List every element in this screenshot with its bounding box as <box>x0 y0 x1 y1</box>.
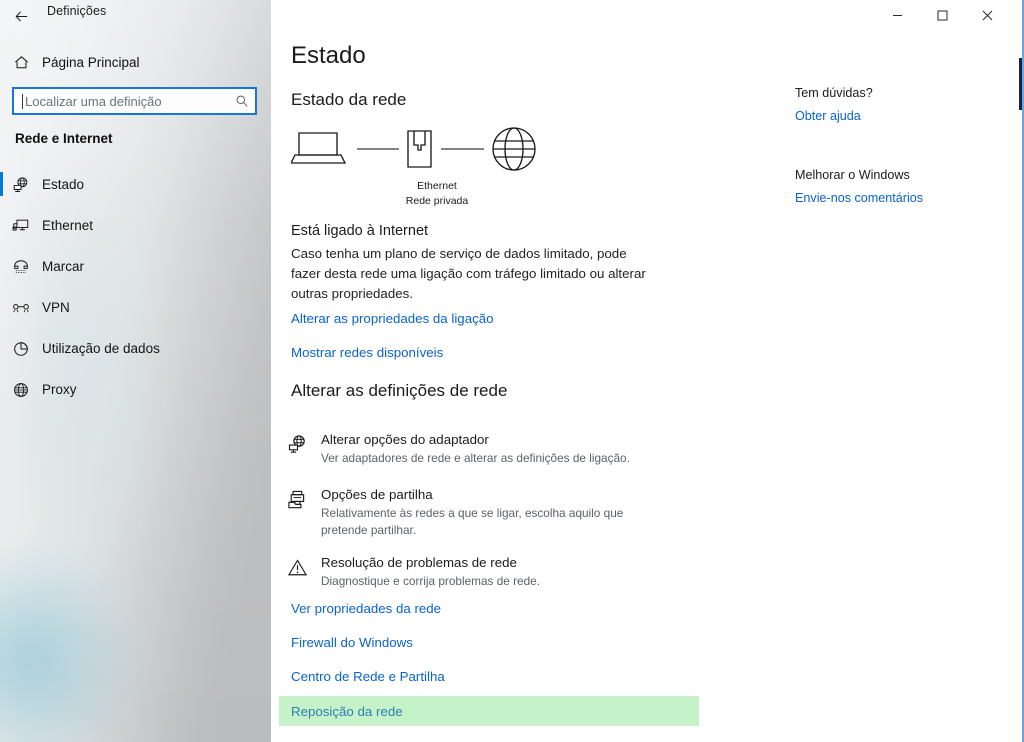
link-change-connection-properties[interactable]: Alterar as propriedades da ligação <box>291 311 494 326</box>
connection-status-heading: Está ligado à Internet <box>291 223 429 239</box>
sidebar-item-label: Marcar <box>42 259 85 274</box>
setting-row-title: Opções de partilha <box>321 487 433 502</box>
minimize-icon <box>893 14 902 16</box>
maximize-icon <box>937 10 948 20</box>
link-network-reset-label: Reposição da rede <box>291 703 403 719</box>
sidebar-item-data-usage[interactable]: Utilização de dados <box>0 328 271 369</box>
link-get-help[interactable]: Obter ajuda <box>795 109 873 123</box>
proxy-globe-icon <box>0 381 42 399</box>
network-status-icon <box>0 176 42 194</box>
diagram-adapter-name: Ethernet <box>417 180 457 192</box>
setting-row-title: Alterar opções do adaptador <box>321 432 489 447</box>
sidebar-item-label: Utilização de dados <box>42 341 160 356</box>
sidebar-item-label: Estado <box>42 177 85 192</box>
search-input[interactable]: Localizar uma definição <box>12 87 257 115</box>
link-send-feedback[interactable]: Envie-nos comentários <box>795 191 923 205</box>
setting-row-troubleshoot[interactable]: Resolução de problemas de rede Diagnosti… <box>287 554 666 590</box>
setting-row-subtitle: Ver adaptadores de rede e alterar as def… <box>321 451 630 465</box>
help-panel-title: Melhorar o Windows <box>795 168 910 182</box>
sidebar-item-label: Proxy <box>42 382 77 397</box>
data-usage-icon <box>0 340 42 358</box>
sharing-options-icon <box>287 486 321 539</box>
setting-row-subtitle: Diagnostique e corrija problemas de rede… <box>321 574 541 588</box>
dialup-icon <box>0 258 42 276</box>
selection-indicator <box>0 172 3 196</box>
sidebar-item-marcar[interactable]: Marcar <box>0 246 271 287</box>
sidebar-item-label: Ethernet <box>42 218 94 233</box>
adapter-options-icon <box>287 431 321 467</box>
sidebar-group-title: Rede e Internet <box>15 131 113 146</box>
close-button[interactable] <box>965 0 1010 30</box>
window-controls <box>875 0 1010 30</box>
sidebar-item-label: VPN <box>42 300 70 315</box>
sidebar-home-label: Página Principal <box>42 54 140 70</box>
sidebar-item-proxy[interactable]: Proxy <box>0 369 271 410</box>
main-content: Estado Estado da rede Ethernet Rede priv… <box>271 0 1024 742</box>
close-icon <box>982 10 993 20</box>
ethernet-icon <box>0 217 42 235</box>
search-icon[interactable] <box>229 94 255 108</box>
link-view-network-properties[interactable]: Ver propriedades da rede <box>291 601 441 616</box>
sidebar: Definições Página Principal Localizar um… <box>0 0 271 742</box>
minimize-button[interactable] <box>875 0 920 30</box>
section-heading-network-status: Estado da rede <box>291 90 407 109</box>
help-panel-questions: Tem dúvidas? Obter ajuda <box>795 86 873 123</box>
setting-row-subtitle: Relativamente às redes a que se ligar, e… <box>321 506 624 537</box>
search-placeholder: Localizar uma definição <box>25 93 162 109</box>
home-icon <box>0 54 42 71</box>
window-title: Definições <box>47 4 107 18</box>
settings-window: Definições Página Principal Localizar um… <box>0 0 1024 742</box>
link-network-sharing-center[interactable]: Centro de Rede e Partilha <box>291 669 445 684</box>
link-windows-firewall[interactable]: Firewall do Windows <box>291 635 413 650</box>
setting-row-title: Resolução de problemas de rede <box>321 555 517 570</box>
setting-row-sharing-options[interactable]: Opções de partilha Relativamente às rede… <box>287 486 666 539</box>
maximize-button[interactable] <box>920 0 965 30</box>
sidebar-item-home[interactable]: Página Principal <box>0 47 271 77</box>
network-diagram: Ethernet Rede privada <box>289 123 571 213</box>
vpn-icon <box>0 299 42 317</box>
back-button[interactable] <box>6 2 36 30</box>
setting-row-adapter-options[interactable]: Alterar opções do adaptador Ver adaptado… <box>287 431 666 467</box>
sidebar-item-vpn[interactable]: VPN <box>0 287 271 328</box>
help-panel-feedback: Melhorar o Windows Envie-nos comentários <box>795 168 923 205</box>
back-arrow-icon <box>15 10 27 22</box>
ethernet-port-icon <box>407 130 432 168</box>
laptop-icon <box>289 132 347 164</box>
connection-status-body: Caso tenha um plano de serviço de dados … <box>291 246 646 301</box>
sidebar-item-ethernet[interactable]: Ethernet <box>0 205 271 246</box>
sidebar-nav: Estado Ethernet Marcar VPN Utilização de… <box>0 164 271 410</box>
page-title: Estado <box>291 42 366 69</box>
help-panel-title: Tem dúvidas? <box>795 86 873 100</box>
section-heading-change-settings: Alterar as definições de rede <box>291 381 508 400</box>
globe-icon <box>492 127 536 171</box>
troubleshoot-warning-icon <box>287 554 321 590</box>
link-show-available-networks[interactable]: Mostrar redes disponíveis <box>291 345 443 360</box>
vertical-scrollbar-thumb[interactable] <box>1019 58 1022 110</box>
sidebar-item-estado[interactable]: Estado <box>0 164 271 205</box>
link-network-reset-highlighted[interactable]: Reposição da rede <box>279 696 699 726</box>
diagram-network-type: Rede privada <box>405 195 469 207</box>
